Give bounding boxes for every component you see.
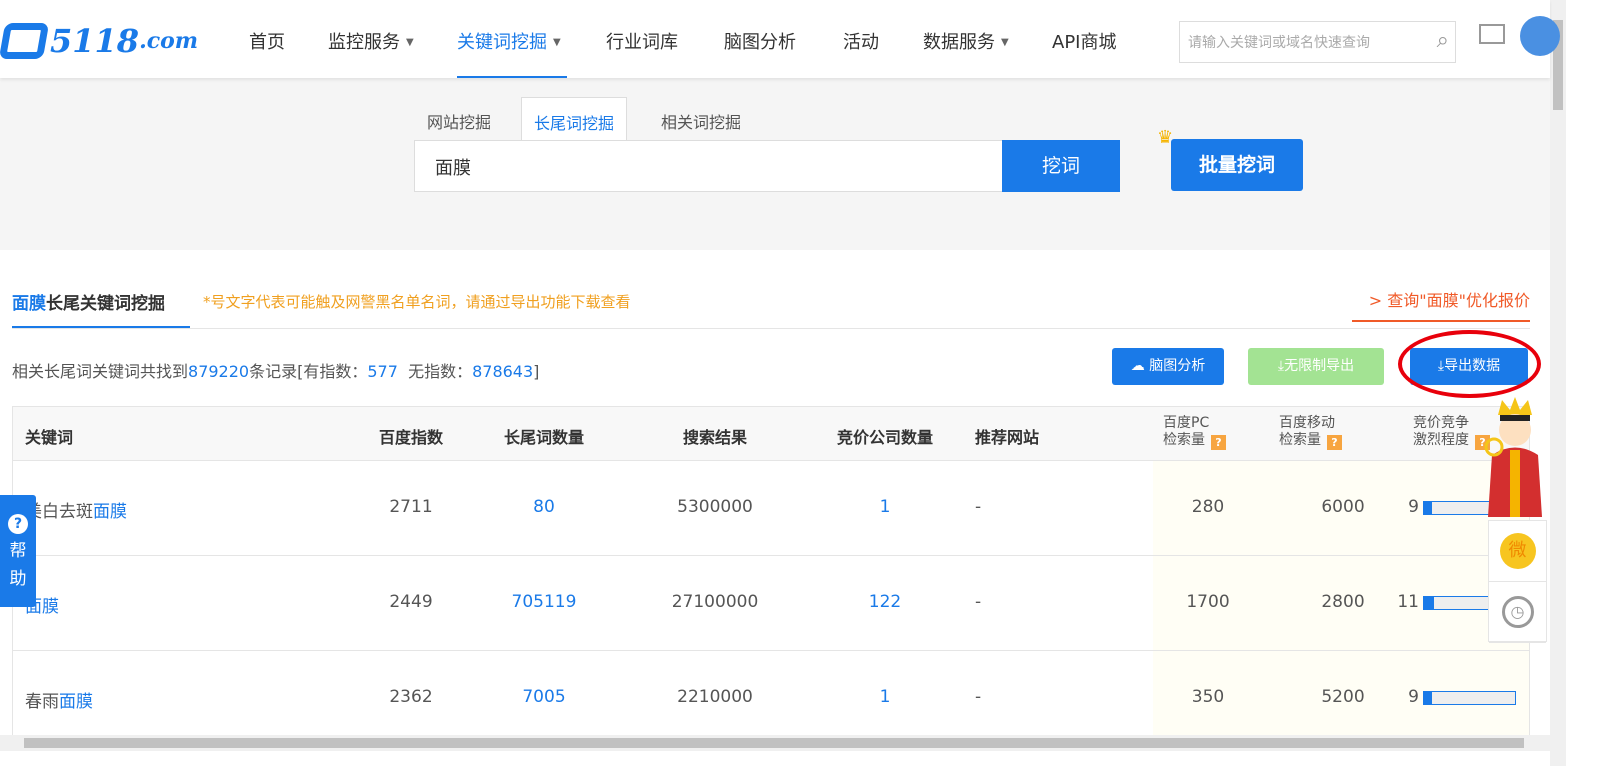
keyword-input[interactable]: 面膜: [414, 140, 1004, 192]
baidu-index: 2362: [389, 687, 433, 707]
bid-companies-link[interactable]: 122: [869, 592, 901, 612]
mobile-volume: 5200: [1321, 687, 1365, 707]
competition-value: 9: [1408, 687, 1419, 707]
dig-button[interactable]: 挖词: [1002, 140, 1120, 192]
keyword-link[interactable]: 春雨面膜: [25, 687, 93, 712]
longtail-count-link[interactable]: 705119: [512, 592, 577, 612]
table-row: 春雨面膜 2362 7005 2210000 1 - 350 5200 9: [13, 651, 1529, 745]
help-icon[interactable]: ?: [1327, 435, 1342, 450]
floating-sidebar: 微 ◷: [1488, 520, 1547, 643]
baidu-index: 2449: [389, 592, 433, 612]
history-button[interactable]: ◷: [1489, 582, 1546, 643]
col-mobile-volume[interactable]: 百度移动 检索量?: [1279, 415, 1342, 450]
help-icon[interactable]: ?: [1211, 435, 1226, 450]
horizontal-scrollbar[interactable]: [0, 735, 1550, 751]
wechat-button[interactable]: 微: [1489, 521, 1546, 582]
search-results: 2210000: [677, 687, 753, 707]
wechat-icon: 微: [1499, 533, 1536, 569]
keyword-table: 关键词 百度指数 长尾词数量 搜索结果 竞价公司数量 推荐网站 百度PC 检索量?…: [12, 406, 1530, 746]
logo[interactable]: 5118 .com: [0, 22, 198, 60]
warning-note: *号文字代表可能触及网警黑名单名词，请通过导出功能下载查看: [203, 293, 631, 311]
tab-longtail-mining[interactable]: 长尾词挖掘: [521, 97, 628, 141]
search-results: 5300000: [677, 497, 753, 517]
tab-related-mining[interactable]: 相关词挖掘: [655, 97, 747, 141]
nav-item[interactable]: 脑图分析: [724, 28, 796, 54]
logo-mark-icon: [0, 23, 50, 59]
brain-icon: ☁: [1130, 358, 1150, 374]
vertical-scrollbar[interactable]: [1550, 0, 1566, 766]
caret-down-icon: ▼: [1001, 37, 1009, 48]
quote-link[interactable]: > 查询"面膜"优化报价: [1352, 287, 1530, 322]
col-keyword[interactable]: 关键词: [25, 424, 73, 448]
search-icon[interactable]: ⌕: [1437, 28, 1449, 53]
result-summary: 相关长尾词关键词共找到879220条记录[有指数：577 无指数：878643]: [12, 362, 540, 381]
col-longtail-count[interactable]: 长尾词数量: [504, 424, 584, 448]
nav-item[interactable]: 监控服务 ▼: [328, 28, 414, 54]
mobile-volume: 2800: [1321, 592, 1365, 612]
col-recommended-site: 推荐网站: [975, 428, 1040, 447]
recommended-site: -: [975, 592, 982, 612]
tab-site-mining[interactable]: 网站挖掘: [421, 97, 497, 141]
batch-dig-button[interactable]: 批量挖词: [1171, 139, 1303, 191]
question-icon: ?: [8, 514, 28, 534]
quick-search-input[interactable]: 请输入关键词或域名快速查询 ⌕: [1179, 21, 1456, 63]
bid-companies-link[interactable]: 1: [880, 687, 891, 707]
search-results: 27100000: [671, 592, 759, 612]
pc-volume: 350: [1191, 687, 1225, 707]
col-competition[interactable]: 竞价竞争 激烈程度?: [1413, 415, 1490, 450]
col-search-results[interactable]: 搜索结果: [683, 424, 747, 448]
nav-item[interactable]: 数据服务 ▼: [923, 28, 1009, 54]
longtail-count-link[interactable]: 7005: [522, 687, 565, 707]
nav-item[interactable]: 首页: [249, 28, 285, 54]
table-row: 美白去斑面膜 2711 80 5300000 1 - 280 6000 9: [13, 461, 1529, 556]
mobile-volume: 6000: [1321, 497, 1365, 517]
competition-bar: [1423, 691, 1516, 705]
caret-down-icon: ▼: [553, 37, 561, 48]
table-header: 关键词 百度指数 长尾词数量 搜索结果 竞价公司数量 推荐网站 百度PC 检索量?…: [13, 407, 1529, 461]
nav-item[interactable]: 行业词库: [606, 28, 678, 54]
recommended-site: -: [975, 687, 982, 707]
recommended-site: -: [975, 497, 982, 517]
avatar[interactable]: [1520, 16, 1560, 56]
competition-value: 11: [1397, 592, 1419, 612]
competition-value: 9: [1408, 497, 1419, 517]
active-nav-underline: [457, 76, 567, 78]
nav-item[interactable]: 活动: [843, 28, 879, 54]
nav-item[interactable]: API商城: [1052, 28, 1116, 54]
divider: [12, 328, 1530, 329]
unlimited-export-button[interactable]: ⤓无限制导出: [1248, 348, 1384, 385]
mindmap-button[interactable]: ☁ 脑图分析: [1112, 348, 1224, 385]
mail-icon[interactable]: [1479, 24, 1505, 44]
col-baidu-index[interactable]: 百度指数: [379, 424, 443, 448]
bid-companies-link[interactable]: 1: [880, 497, 891, 517]
highlight-ellipse: [1398, 330, 1541, 398]
section-title: 面膜长尾关键词挖掘: [12, 294, 165, 314]
baidu-index: 2711: [389, 497, 433, 517]
nav-item[interactable]: 关键词挖掘 ▼: [457, 28, 561, 54]
col-bid-companies[interactable]: 竞价公司数量: [837, 424, 933, 448]
table-row: 面膜 2449 705119 27100000 122 - 1700 2800 …: [13, 556, 1529, 651]
help-tab[interactable]: ? 帮助: [0, 495, 36, 607]
keyword-link[interactable]: 美白去斑面膜: [25, 497, 127, 522]
longtail-count-link[interactable]: 80: [533, 497, 555, 517]
pc-volume: 1700: [1186, 592, 1230, 612]
caret-down-icon: ▼: [406, 37, 414, 48]
mascot-king-icon: [1484, 397, 1542, 517]
col-pc-volume[interactable]: 百度PC 检索量?: [1163, 415, 1226, 450]
clock-icon: ◷: [1501, 596, 1534, 628]
pc-volume: 280: [1191, 497, 1225, 517]
top-nav: 5118 .com 首页 监控服务 ▼ 关键词挖掘 ▼ 行业词库 脑图分析 活动 数据服务 ▼ API…: [0, 0, 1560, 78]
